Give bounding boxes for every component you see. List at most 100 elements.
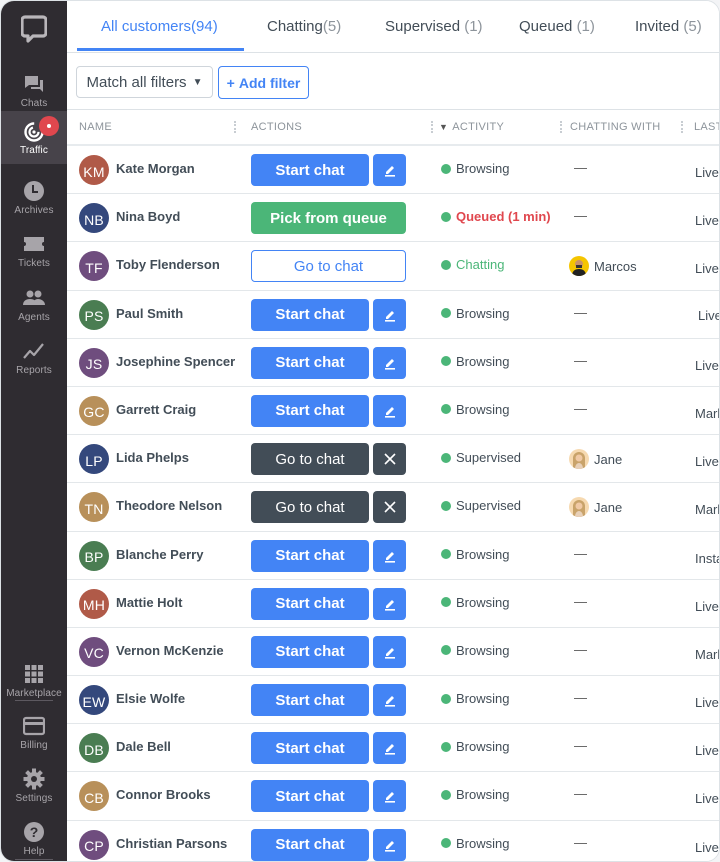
column-resize-handle[interactable] (234, 121, 236, 133)
last-page: Live (698, 307, 720, 323)
sidebar-item-tickets[interactable]: Tickets (1, 224, 67, 277)
customer-name[interactable]: Nina Boyd (116, 209, 180, 224)
edit-button[interactable] (373, 635, 406, 668)
last-page: LiveC (695, 839, 719, 855)
table-row[interactable]: BP Blanche Perry Start chat Browsing — Insta (67, 532, 719, 580)
avatar: PS (79, 299, 109, 330)
edit-button[interactable] (373, 154, 406, 186)
customer-name[interactable]: Vernon McKenzie (116, 643, 224, 658)
table-row[interactable]: EW Elsie Wolfe Start chat Browsing — LiveC (67, 676, 719, 725)
table-row[interactable]: DB Dale Bell Start chat Browsing — LiveC (67, 724, 719, 773)
table-row[interactable]: GC Garrett Craig Start chat Browsing — Mark (67, 387, 719, 436)
customer-name[interactable]: Paul Smith (116, 306, 183, 321)
start-chat-button[interactable]: Start chat (251, 154, 369, 186)
column-label: Activity (452, 121, 505, 133)
tab-chatting[interactable]: Chatting(5) (267, 1, 341, 53)
customer-name[interactable]: Connor Brooks (116, 787, 211, 802)
go-to-chat-button[interactable]: Go to chat (251, 443, 369, 476)
start-chat-button[interactable]: Start chat (251, 539, 369, 572)
stop-supervising-button[interactable] (373, 491, 406, 524)
start-chat-button[interactable]: Start chat (251, 635, 369, 668)
tab-supervised[interactable]: Supervised (1) (385, 1, 483, 53)
sidebar-item-chats[interactable]: Chats (1, 64, 67, 117)
customer-table-body: KMKate MorganStart chatBrowsing—LiveCNBN… (67, 146, 720, 861)
tab-queued[interactable]: Queued (1) (519, 1, 595, 53)
go-to-chat-button[interactable]: Go to chat (251, 250, 406, 283)
table-row[interactable]: JS Josephine Spencer Start chat Browsing — Li… (67, 339, 719, 387)
start-chat-button[interactable]: Start chat (251, 394, 369, 427)
activity-status: Browsing (441, 595, 509, 610)
customer-name[interactable]: Lida Phelps (116, 450, 189, 465)
last-page: Mark (695, 646, 719, 662)
chat-logo-icon[interactable] (20, 15, 48, 43)
customer-name[interactable]: Elsie Wolfe (116, 691, 185, 706)
customer-name[interactable]: Dale Bell (116, 739, 171, 754)
column-header-chatting-with[interactable]: Chatting with (570, 110, 660, 144)
start-chat-button[interactable]: Start chat (251, 346, 369, 379)
sidebar-item-agents[interactable]: Agents (1, 278, 67, 331)
sidebar-item-settings[interactable]: Settings (1, 759, 67, 812)
column-header-last[interactable]: Last (694, 110, 719, 144)
start-chat-button[interactable]: Start chat (251, 828, 369, 861)
edit-button[interactable] (373, 346, 406, 379)
edit-button[interactable] (373, 828, 406, 861)
column-resize-handle[interactable] (681, 121, 683, 133)
table-row[interactable]: PS Paul Smith Start chat Browsing — Live (67, 291, 720, 339)
column-header-actions[interactable]: Actions (251, 110, 302, 144)
sidebar-item-archives[interactable]: Archives (1, 171, 67, 224)
start-chat-button[interactable]: Start chat (251, 587, 369, 620)
sidebar-item-help[interactable]: ? Help (1, 812, 67, 861)
edit-button[interactable] (373, 732, 406, 765)
edit-button[interactable] (373, 684, 406, 717)
tab-all-customers[interactable]: All customers(94) (101, 1, 218, 53)
sidebar-item-traffic[interactable]: Traffic (1, 111, 67, 164)
tab-label: Invited (635, 18, 680, 35)
customer-name[interactable]: Mattie Holt (116, 595, 182, 610)
table-row[interactable]: TF Toby Flenderson Go to chat Chatting Marco… (67, 242, 719, 291)
sidebar-item-reports[interactable]: Reports (1, 331, 67, 384)
avatar: BP (79, 540, 109, 571)
table-row[interactable]: CP Christian Parsons Start chat Browsing — Li… (67, 821, 719, 861)
edit-button[interactable] (373, 539, 406, 572)
tab-invited[interactable]: Invited (5) (635, 1, 702, 53)
sidebar-item-label: Settings (15, 793, 53, 804)
add-filter-button[interactable]: + Add filter (218, 66, 309, 99)
pick-from-queue-button[interactable]: Pick from queue (251, 202, 406, 235)
table-row[interactable]: MH Mattie Holt Start chat Browsing — LiveC (67, 580, 719, 628)
edit-button[interactable] (373, 298, 406, 331)
customer-name[interactable]: Toby Flenderson (116, 257, 220, 272)
table-row[interactable]: LP Lida Phelps Go to chat Supervised Jane Liv… (67, 435, 719, 484)
customer-name[interactable]: Theodore Nelson (116, 498, 222, 513)
customer-name[interactable]: Garrett Craig (116, 402, 196, 417)
edit-button[interactable] (373, 394, 406, 427)
customer-name[interactable]: Kate Morgan (116, 161, 195, 176)
start-chat-button[interactable]: Start chat (251, 780, 369, 813)
sidebar-item-billing[interactable]: Billing (1, 706, 67, 759)
table-row[interactable]: NB Nina Boyd Pick from queue Queued (1 min)… (67, 194, 719, 243)
table-row[interactable]: VC Vernon McKenzie Start chat Browsing — Mark (67, 628, 719, 677)
match-filters-dropdown[interactable]: Match all filters ▼ (76, 66, 213, 98)
edit-button[interactable] (373, 780, 406, 813)
tab-label: Supervised (385, 18, 461, 35)
start-chat-button[interactable]: Start chat (251, 684, 369, 717)
edit-button[interactable] (373, 587, 406, 620)
table-row[interactable]: KM Kate Morgan Start chat Browsing — LiveC (67, 146, 719, 195)
customer-name[interactable]: Blanche Perry (116, 547, 203, 562)
customer-name[interactable]: Christian Parsons (116, 836, 227, 851)
activity-label: Supervised (456, 450, 522, 466)
table-row[interactable]: TN Theodore Nelson Go to chat Supervised Jan… (67, 483, 719, 532)
start-chat-button[interactable]: Start chat (251, 298, 369, 331)
stop-supervising-button[interactable] (373, 443, 406, 476)
activity-label: Browsing (456, 401, 510, 417)
status-dot (441, 549, 451, 559)
column-resize-handle[interactable] (431, 121, 433, 133)
column-resize-handle[interactable] (560, 121, 562, 133)
go-to-chat-button[interactable]: Go to chat (251, 491, 369, 524)
column-header-name[interactable]: Name (79, 110, 112, 144)
column-header-activity[interactable]: ▼ Activity (439, 110, 504, 144)
customer-name[interactable]: Josephine Spencer (116, 354, 235, 369)
pencil-icon (383, 597, 397, 611)
table-row[interactable]: CB Connor Brooks Start chat Browsing — LiveC (67, 772, 719, 821)
start-chat-button[interactable]: Start chat (251, 732, 369, 765)
pencil-icon (383, 789, 397, 804)
